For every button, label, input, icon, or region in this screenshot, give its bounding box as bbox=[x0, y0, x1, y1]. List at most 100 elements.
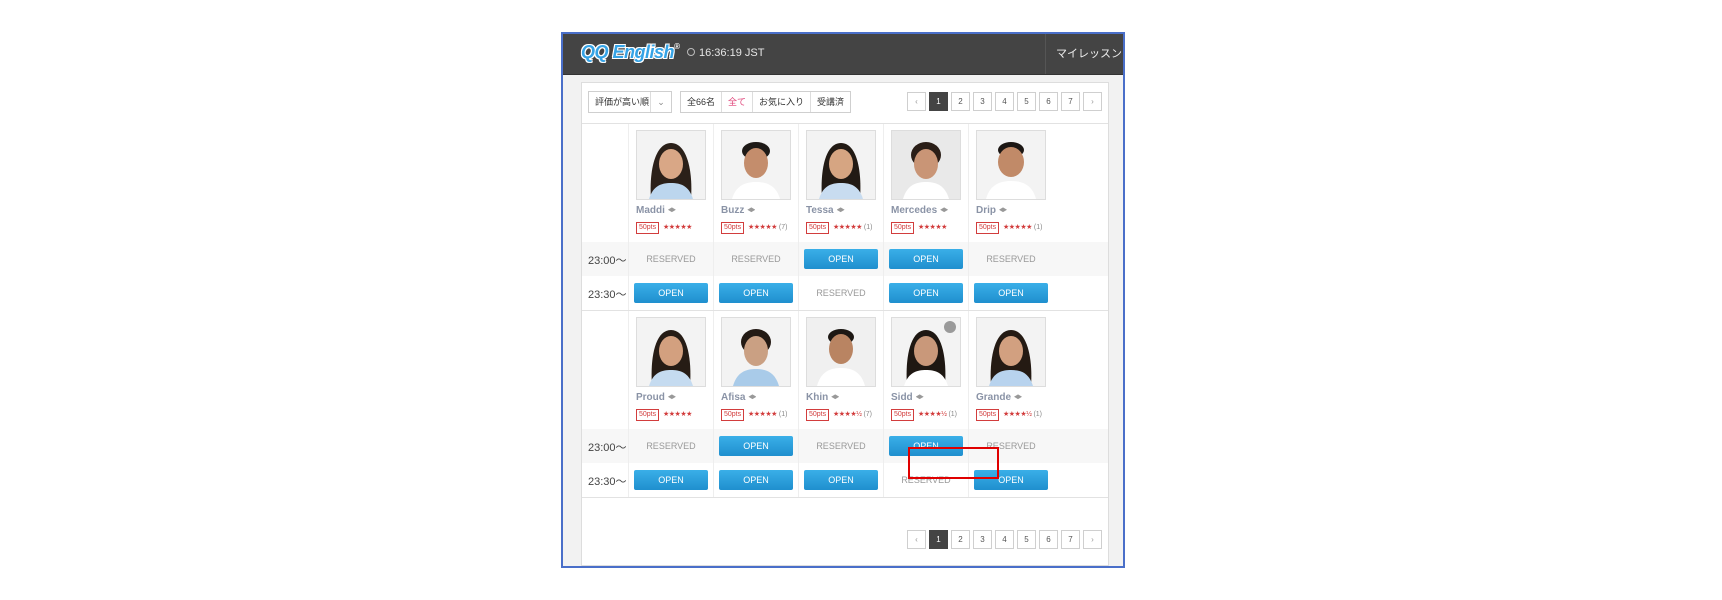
open-slot-button[interactable]: OPEN bbox=[719, 470, 793, 490]
teacher-photo[interactable] bbox=[636, 130, 706, 200]
teacher-block-2: Proud 50pts ★★★★★ Afisa 50pts ★★★★★ (1) K… bbox=[582, 311, 1108, 497]
time-slot-row: 23:00～ RESERVED OPEN RESERVED OPEN RESER… bbox=[582, 429, 1108, 463]
open-slot-button[interactable]: OPEN bbox=[719, 436, 793, 456]
open-slot-button[interactable]: OPEN bbox=[804, 249, 878, 269]
page-1-button[interactable]: 1 bbox=[929, 530, 948, 549]
next-page-button[interactable]: › bbox=[1083, 530, 1102, 549]
teacher-name[interactable]: Buzz bbox=[721, 205, 756, 216]
teacher-card[interactable]: Buzz 50pts ★★★★★ (7) bbox=[713, 124, 798, 242]
teacher-name[interactable]: Mercedes bbox=[891, 205, 949, 216]
open-slot-button[interactable]: OPEN bbox=[634, 283, 708, 303]
teacher-card[interactable]: Mercedes 50pts ★★★★★ bbox=[883, 124, 968, 242]
filter-bar: 評価が高い順 ⌄ 全66名 全て お気に入り 受講済 ‹ 1 2 3 4 5 6… bbox=[582, 83, 1108, 124]
graduation-cap-icon bbox=[836, 207, 845, 213]
teacher-photo[interactable] bbox=[891, 130, 961, 200]
open-slot-button[interactable]: OPEN bbox=[634, 470, 708, 490]
pagination-top: ‹ 1 2 3 4 5 6 7 › bbox=[907, 92, 1102, 112]
qq-english-logo[interactable]: QQ English® bbox=[581, 42, 680, 63]
page-6-button[interactable]: 6 bbox=[1039, 92, 1058, 111]
teacher-photo[interactable] bbox=[976, 317, 1046, 387]
teacher-name[interactable]: Drip bbox=[976, 205, 1007, 216]
filter-all[interactable]: 全て bbox=[722, 92, 754, 112]
my-lesson-menu[interactable]: マイレッスン⌄ bbox=[1045, 34, 1123, 99]
open-slot-button[interactable]: OPEN bbox=[889, 283, 963, 303]
points-badge: 50pts bbox=[806, 222, 830, 234]
rating-stars: ★★★★★ bbox=[663, 224, 692, 231]
filter-favorites[interactable]: お気に入り bbox=[753, 92, 812, 112]
rating-stars: ★★★★★ bbox=[918, 224, 947, 231]
teacher-card[interactable]: Grande 50pts ★★★★½ (1) bbox=[968, 311, 1053, 429]
teacher-card[interactable]: Afisa 50pts ★★★★★ (1) bbox=[713, 311, 798, 429]
points-badge: 50pts bbox=[721, 222, 745, 234]
page-5-button[interactable]: 5 bbox=[1017, 92, 1036, 111]
page-4-button[interactable]: 4 bbox=[995, 92, 1014, 111]
teacher-photo[interactable] bbox=[721, 130, 791, 200]
slot-cell: OPEN bbox=[713, 463, 798, 497]
teacher-name[interactable]: Afisa bbox=[721, 392, 757, 403]
points-badge: 50pts bbox=[721, 409, 745, 421]
teacher-card[interactable]: Sidd 50pts ★★★★½ (1) bbox=[883, 311, 968, 429]
teacher-photo[interactable] bbox=[976, 130, 1046, 200]
teacher-name[interactable]: Grande bbox=[976, 392, 1023, 403]
teacher-name[interactable]: Tessa bbox=[806, 205, 845, 216]
time-slot-row: 23:30～ OPEN OPEN RESERVED OPEN OPEN bbox=[582, 276, 1108, 310]
page-3-button[interactable]: 3 bbox=[973, 530, 992, 549]
teacher-photo[interactable] bbox=[636, 317, 706, 387]
teacher-card[interactable]: Maddi 50pts ★★★★★ bbox=[628, 124, 713, 242]
next-page-button[interactable]: › bbox=[1083, 92, 1102, 111]
teacher-photo[interactable] bbox=[806, 317, 876, 387]
teacher-photo[interactable] bbox=[891, 317, 961, 387]
teacher-name[interactable]: Khin bbox=[806, 392, 840, 403]
page-3-button[interactable]: 3 bbox=[973, 92, 992, 111]
slot-reserved: RESERVED bbox=[798, 429, 883, 463]
teacher-name[interactable]: Maddi bbox=[636, 205, 676, 216]
points-badge: 50pts bbox=[891, 222, 915, 234]
teacher-photo[interactable] bbox=[721, 317, 791, 387]
teacher-photo-image bbox=[722, 318, 790, 386]
my-lesson-label: マイレッスン bbox=[1056, 48, 1122, 60]
teacher-name[interactable]: Sidd bbox=[891, 392, 924, 403]
speaker-icon[interactable] bbox=[944, 321, 956, 333]
time-label: 23:00～ bbox=[588, 442, 627, 454]
open-slot-button[interactable]: OPEN bbox=[889, 249, 963, 269]
teacher-photo[interactable] bbox=[806, 130, 876, 200]
time-slot-row: 23:30～ OPEN OPEN OPEN RESERVED OPEN bbox=[582, 463, 1108, 497]
page-6-button[interactable]: 6 bbox=[1039, 530, 1058, 549]
sort-select[interactable]: 評価が高い順 ⌄ bbox=[588, 91, 672, 113]
page-7-button[interactable]: 7 bbox=[1061, 92, 1080, 111]
teacher-card[interactable]: Drip 50pts ★★★★★ (1) bbox=[968, 124, 1053, 242]
filter-all-count[interactable]: 全66名 bbox=[681, 92, 723, 112]
highlight-box bbox=[908, 447, 999, 479]
open-slot-button[interactable]: OPEN bbox=[719, 283, 793, 303]
page-4-button[interactable]: 4 bbox=[995, 530, 1014, 549]
page-7-button[interactable]: 7 bbox=[1061, 530, 1080, 549]
teacher-photo-image bbox=[637, 131, 705, 199]
open-slot-button[interactable]: OPEN bbox=[804, 470, 878, 490]
teacher-card[interactable]: Tessa 50pts ★★★★★ (1) bbox=[798, 124, 883, 242]
teacher-card[interactable]: Proud 50pts ★★★★★ bbox=[628, 311, 713, 429]
teacher-name[interactable]: Proud bbox=[636, 392, 676, 403]
page-5-button[interactable]: 5 bbox=[1017, 530, 1036, 549]
teacher-card[interactable]: Khin 50pts ★★★★½ (7) bbox=[798, 311, 883, 429]
teacher-photo-image bbox=[722, 131, 790, 199]
page-2-button[interactable]: 2 bbox=[951, 92, 970, 111]
filter-taken[interactable]: 受講済 bbox=[811, 92, 850, 112]
graduation-cap-icon bbox=[915, 394, 924, 400]
teacher-photo-image bbox=[807, 131, 875, 199]
slot-cell: OPEN bbox=[798, 242, 883, 276]
points-badge: 50pts bbox=[976, 222, 1000, 234]
graduation-cap-icon bbox=[667, 207, 676, 213]
page-1-button[interactable]: 1 bbox=[929, 92, 948, 111]
points-badge: 50pts bbox=[891, 409, 915, 421]
teacher-schedule-panel: 評価が高い順 ⌄ 全66名 全て お気に入り 受講済 ‹ 1 2 3 4 5 6… bbox=[581, 82, 1109, 566]
slot-cell: OPEN bbox=[628, 463, 713, 497]
prev-page-button[interactable]: ‹ bbox=[907, 92, 926, 111]
graduation-cap-icon bbox=[747, 207, 756, 213]
rating-stars: ★★★★½ (1) bbox=[918, 411, 958, 418]
open-slot-button[interactable]: OPEN bbox=[974, 283, 1048, 303]
page-2-button[interactable]: 2 bbox=[951, 530, 970, 549]
prev-page-button[interactable]: ‹ bbox=[907, 530, 926, 549]
rating-stars: ★★★★★ (1) bbox=[748, 411, 788, 418]
graduation-cap-icon bbox=[940, 207, 949, 213]
rating-stars: ★★★★★ bbox=[663, 411, 692, 418]
